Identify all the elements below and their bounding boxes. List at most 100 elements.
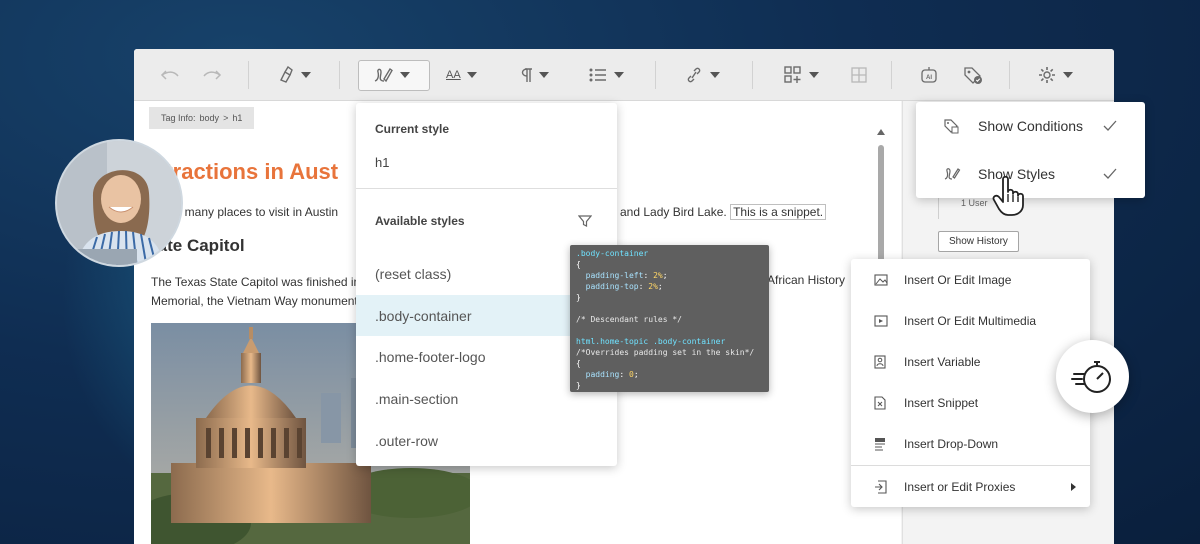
paragraph-line: The Texas State Capitol was finished in xyxy=(151,275,361,289)
checkmark-icon xyxy=(1103,120,1117,131)
style-dropdown-button[interactable] xyxy=(372,62,410,88)
table-button[interactable] xyxy=(850,62,868,88)
redo-icon xyxy=(203,70,222,80)
font-size-dropdown[interactable]: AA xyxy=(446,62,477,88)
menu-item-label: Insert Snippet xyxy=(904,395,979,410)
code-brace: } xyxy=(576,381,581,390)
dropdown-divider xyxy=(356,188,617,189)
toolbar-separator xyxy=(752,61,753,89)
list-dropdown[interactable] xyxy=(588,62,624,88)
conditions-icon xyxy=(944,119,959,134)
scroll-up-arrow-icon[interactable] xyxy=(877,129,885,135)
redo-button[interactable] xyxy=(202,62,222,88)
toolbar-separator xyxy=(248,61,249,89)
image-icon xyxy=(874,273,888,286)
filter-icon[interactable] xyxy=(578,214,592,228)
code-selector: html.home-topic .body-container xyxy=(576,337,726,346)
view-options-menu: Show Conditions Show Styles xyxy=(916,102,1145,198)
chevron-down-icon xyxy=(710,72,720,78)
tag-path-h1[interactable]: h1 xyxy=(232,113,242,123)
undo-button[interactable] xyxy=(160,62,180,88)
style-brush-icon xyxy=(374,67,393,83)
code-property: padding-top xyxy=(585,282,639,291)
stopwatch-speed-icon xyxy=(1070,360,1111,393)
document-paragraph-1-left[interactable]: are many places to visit in Austin xyxy=(164,205,338,219)
code-comment: /* Descendant rules */ xyxy=(576,315,682,324)
chevron-down-icon xyxy=(301,72,311,78)
inline-snippet[interactable]: This is a snippet. xyxy=(730,204,827,220)
code-value: 2% xyxy=(648,282,658,291)
style-option[interactable]: .outer-row xyxy=(356,420,617,461)
conditions-tag-button[interactable] xyxy=(962,62,984,88)
menu-item-label: Insert Drop-Down xyxy=(904,436,999,451)
toolbar: AA AI xyxy=(134,49,1114,101)
chevron-down-icon xyxy=(466,72,477,78)
paragraph-text: and Lady Bird Lake. xyxy=(620,205,727,219)
settings-gear-icon xyxy=(1039,67,1055,83)
paragraph-icon xyxy=(521,68,532,82)
chevron-down-icon xyxy=(400,72,410,78)
code-property: padding-left xyxy=(585,271,644,280)
font-size-icon: AA xyxy=(446,69,461,81)
table-icon xyxy=(851,67,867,83)
document-paragraph-1-right[interactable]: and Lady Bird Lake. This is a snippet. xyxy=(620,204,827,220)
toolbar-separator xyxy=(891,61,892,89)
current-style-value: h1 xyxy=(375,155,390,170)
menu-item-label: Insert Variable xyxy=(904,354,981,369)
link-dropdown[interactable] xyxy=(684,62,720,88)
insert-snippet-option[interactable]: Insert Snippet xyxy=(851,382,1090,423)
user-avatar xyxy=(55,139,183,267)
list-icon xyxy=(589,68,606,82)
show-styles-option[interactable]: Show Styles xyxy=(916,150,1145,198)
insert-dropdown-option[interactable]: Insert Drop-Down xyxy=(851,423,1090,464)
ai-button[interactable]: AI xyxy=(919,62,939,88)
show-conditions-option[interactable]: Show Conditions xyxy=(916,102,1145,150)
paragraph-line: Memorial, the Vietnam Way monument, xyxy=(151,294,362,308)
document-heading[interactable]: ttractions in Aust xyxy=(158,159,338,185)
svg-text:AI: AI xyxy=(926,75,932,81)
tag-path-separator: > xyxy=(223,113,229,123)
snippet-icon xyxy=(874,395,886,410)
highlighter-dropdown[interactable] xyxy=(277,62,311,88)
menu-item-label: Insert or Edit Proxies xyxy=(904,479,1016,494)
link-icon xyxy=(687,67,701,83)
menu-item-label: Insert Or Edit Image xyxy=(904,272,1012,287)
variable-icon xyxy=(874,354,886,369)
scroll-thumb[interactable] xyxy=(878,145,884,265)
insert-menu: Insert Or Edit Image Insert Or Edit Mult… xyxy=(851,259,1090,507)
document-paragraph-2-right[interactable]: African History xyxy=(767,273,845,287)
current-style-label: Current style xyxy=(375,122,450,136)
chevron-down-icon xyxy=(1063,72,1073,78)
undo-icon xyxy=(160,70,179,80)
insert-proxies-option[interactable]: Insert or Edit Proxies xyxy=(851,466,1090,507)
users-count: 1 User xyxy=(961,198,988,208)
insert-grid-icon xyxy=(784,66,801,83)
conditions-tag-icon xyxy=(964,67,982,84)
code-property: padding xyxy=(585,370,620,379)
available-styles-label: Available styles xyxy=(375,214,465,228)
style-code-tooltip: .body-container { padding-left: 2%; padd… xyxy=(570,245,769,392)
code-brace: } xyxy=(576,293,581,302)
menu-item-label: Insert Or Edit Multimedia xyxy=(904,313,1037,328)
timer-badge xyxy=(1056,340,1129,413)
proxy-icon xyxy=(875,479,887,494)
multimedia-icon xyxy=(874,314,888,327)
paragraph-dropdown[interactable] xyxy=(519,62,549,88)
toolbar-separator xyxy=(655,61,656,89)
woman-portrait-image xyxy=(57,141,181,265)
option-label: Show Conditions xyxy=(978,118,1084,134)
toolbar-separator xyxy=(339,61,340,89)
code-value: 0 xyxy=(629,370,634,379)
hand-pointer-cursor-icon xyxy=(992,176,1024,216)
checkmark-icon xyxy=(1103,168,1117,179)
insert-image-option[interactable]: Insert Or Edit Image xyxy=(851,259,1090,300)
document-paragraph-2[interactable]: The Texas State Capitol was finished in … xyxy=(151,273,361,311)
tag-path-body[interactable]: body xyxy=(200,113,220,123)
insert-dropdown[interactable] xyxy=(783,62,819,88)
insert-multimedia-option[interactable]: Insert Or Edit Multimedia xyxy=(851,300,1090,341)
insert-variable-option[interactable]: Insert Variable xyxy=(851,341,1090,382)
settings-dropdown[interactable] xyxy=(1037,62,1073,88)
tag-info-label: Tag Info: xyxy=(161,113,196,123)
highlighter-icon xyxy=(280,66,293,83)
show-history-button[interactable]: Show History xyxy=(938,231,1019,252)
